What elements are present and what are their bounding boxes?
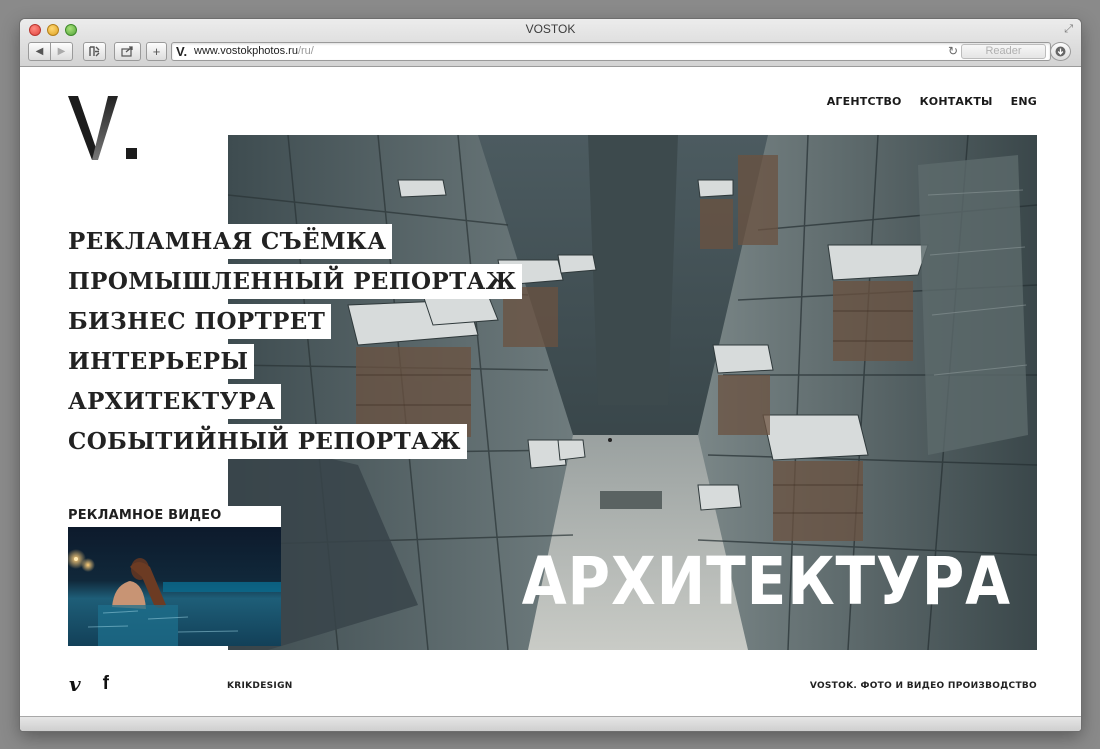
browser-status-bar: [20, 716, 1081, 731]
top-sites-icon: [89, 46, 100, 57]
share-button[interactable]: [114, 42, 141, 61]
site-favicon-icon: V.: [176, 44, 188, 59]
address-bar[interactable]: V. www.vostokphotos.ru/ru/ ↻ Reader: [171, 42, 1051, 61]
add-bookmark-button[interactable]: +: [146, 42, 167, 61]
downloads-button[interactable]: [1050, 42, 1071, 61]
nav-contacts-link[interactable]: КОНТАКТЫ: [920, 95, 993, 108]
window-title: VOSTOK: [525, 22, 576, 36]
vostok-logo-mark: [68, 96, 137, 160]
designer-credit-link[interactable]: KRIKDESIGN: [227, 681, 293, 691]
vostok-logo[interactable]: [68, 96, 142, 164]
url-host: www.vostokphotos.ru: [194, 45, 298, 57]
web-page: АГЕНТСТВО КОНТАКТЫ ENG АРХИТЕКТУРА РЕКЛА…: [20, 68, 1081, 716]
vimeo-icon[interactable]: v: [69, 672, 81, 696]
promo-video-label[interactable]: РЕКЛАМНОЕ ВИДЕО: [68, 506, 281, 527]
menu-item-architecture[interactable]: АРХИТЕКТУРА: [68, 384, 282, 419]
downloads-icon: [1055, 46, 1066, 57]
promo-video-thumbnail[interactable]: [68, 527, 281, 646]
nav-english-link[interactable]: ENG: [1011, 95, 1037, 108]
url-path: /ru/: [297, 45, 314, 57]
menu-item-business-portrait[interactable]: БИЗНЕС ПОРТРЕТ: [68, 304, 332, 339]
pool-video-still: [68, 527, 281, 646]
share-icon: [121, 46, 133, 57]
reload-icon[interactable]: ↻: [948, 44, 958, 58]
browser-window: VOSTOK ⤢ ◀ ▶ + V. www.vostokphotos.ru/ru…: [20, 19, 1081, 731]
hero-caption: АРХИТЕКТУРА: [521, 543, 1011, 620]
reader-button[interactable]: Reader: [961, 44, 1046, 59]
menu-item-event-report[interactable]: СОБЫТИЙНЫЙ РЕПОРТАЖ: [68, 424, 467, 459]
facebook-icon[interactable]: f: [103, 673, 109, 695]
top-sites-button[interactable]: [83, 42, 106, 61]
back-button[interactable]: ◀: [28, 42, 51, 61]
site-tagline: VOSTOK. ФОТО И ВИДЕО ПРОИЗВОДСТВО: [809, 681, 1037, 691]
top-navigation: АГЕНТСТВО КОНТАКТЫ ENG: [827, 95, 1037, 108]
services-menu: РЕКЛАМНАЯ СЪЁМКА ПРОМЫШЛЕННЫЙ РЕПОРТАЖ Б…: [68, 224, 523, 464]
back-arrow-icon: ◀: [35, 46, 44, 57]
menu-item-advertising-shoot[interactable]: РЕКЛАМНАЯ СЪЁМКА: [68, 224, 393, 259]
plus-icon: +: [152, 44, 161, 59]
forward-arrow-icon: ▶: [57, 46, 66, 57]
nav-agency-link[interactable]: АГЕНТСТВО: [827, 95, 902, 108]
fullscreen-icon[interactable]: ⤢: [1064, 23, 1073, 36]
forward-button[interactable]: ▶: [50, 42, 73, 61]
social-links: v f: [69, 672, 109, 696]
menu-item-interiors[interactable]: ИНТЕРЬЕРЫ: [68, 344, 255, 379]
url-text[interactable]: www.vostokphotos.ru/ru/: [194, 45, 314, 57]
browser-toolbar: VOSTOK ⤢ ◀ ▶ + V. www.vostokphotos.ru/ru…: [20, 19, 1081, 67]
menu-item-industrial-report[interactable]: ПРОМЫШЛЕННЫЙ РЕПОРТАЖ: [68, 264, 523, 299]
